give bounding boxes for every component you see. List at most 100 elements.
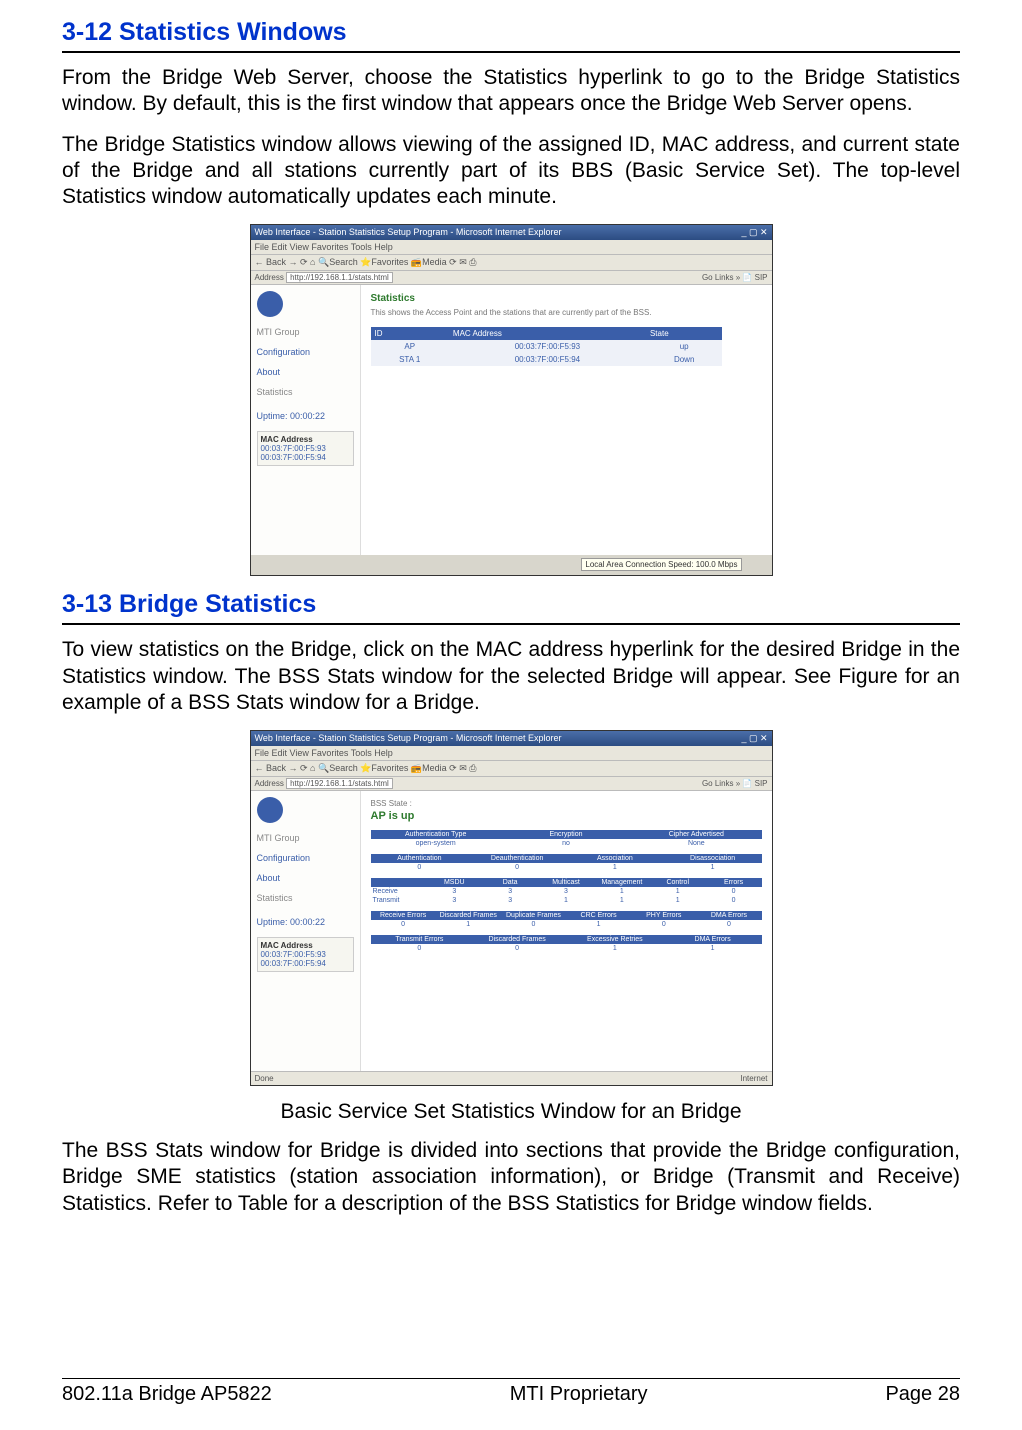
menu-bar: File Edit View Favorites Tools Help xyxy=(251,746,772,761)
rule-2 xyxy=(62,623,960,625)
cell: 00:03:7F:00:F5:94 xyxy=(449,353,646,366)
td: 1 xyxy=(566,944,664,953)
td: 0 xyxy=(696,920,761,929)
footer-right: Page 28 xyxy=(885,1383,960,1406)
th: Discarded Frames xyxy=(436,911,501,920)
state-label: BSS State : xyxy=(371,799,762,808)
th-mac: MAC Address xyxy=(449,327,646,340)
td: 3 xyxy=(482,896,538,905)
toolbar: ← Back → ⟳ ⌂ 🔍Search ⭐Favorites 📻Media ⟳… xyxy=(251,761,772,777)
para-4: The BSS Stats window for Bridge is divid… xyxy=(62,1138,960,1217)
page-footer: 802.11a Bridge AP5822 MTI Proprietary Pa… xyxy=(62,1378,960,1406)
th-state: State xyxy=(646,327,722,340)
th: DMA Errors xyxy=(664,935,762,944)
th: Authentication Type xyxy=(371,830,501,839)
td: open-system xyxy=(371,839,501,848)
cell: STA 1 xyxy=(371,353,449,366)
nav-about: About xyxy=(257,873,354,883)
uptime: Uptime: 00:00:22 xyxy=(257,411,354,421)
td: 0 xyxy=(706,896,762,905)
th: Discarded Frames xyxy=(468,935,566,944)
td: 3 xyxy=(426,896,482,905)
th: Multicast xyxy=(538,878,594,887)
td: 1 xyxy=(566,863,664,872)
menu-bar: File Edit View Favorites Tools Help xyxy=(251,240,772,255)
window-controls: _ ▢ ✕ xyxy=(741,227,767,238)
td: 0 xyxy=(706,887,762,896)
th-id: ID xyxy=(371,327,449,340)
window-controls: _ ▢ ✕ xyxy=(741,733,767,744)
th: PHY Errors xyxy=(631,911,696,920)
status-left: Done xyxy=(255,1074,274,1083)
td: Transmit xyxy=(371,896,427,905)
addr-label: Address xyxy=(255,779,284,788)
stats-heading: Statistics xyxy=(371,293,762,304)
td: 1 xyxy=(538,896,594,905)
td: 1 xyxy=(436,920,501,929)
addr-right: Go Links » 📄 SIP xyxy=(702,273,768,282)
td: 3 xyxy=(482,887,538,896)
th: MSDU xyxy=(426,878,482,887)
td: 0 xyxy=(371,920,436,929)
screenshot-statistics-window: Web Interface - Station Statistics Setup… xyxy=(250,224,773,576)
state-value: AP is up xyxy=(371,810,762,822)
th: Control xyxy=(650,878,706,887)
td: 0 xyxy=(631,920,696,929)
address-field: http://192.168.1.1/stats.html xyxy=(286,272,393,283)
th xyxy=(371,878,427,887)
brand-text: MTI Group xyxy=(257,327,354,337)
heading-3-12: 3-12 Statistics Windows xyxy=(62,18,960,47)
tray-tooltip: Local Area Connection Speed: 100.0 Mbps xyxy=(581,558,741,571)
td: 1 xyxy=(650,887,706,896)
nav-configuration: Configuration xyxy=(257,853,354,863)
cell: AP xyxy=(371,340,449,353)
th: Data xyxy=(482,878,538,887)
th: DMA Errors xyxy=(696,911,761,920)
th: Errors xyxy=(706,878,762,887)
para-3: To view statistics on the Bridge, click … xyxy=(62,637,960,716)
td: 0 xyxy=(371,863,469,872)
toolbar: ← Back → ⟳ ⌂ 🔍Search ⭐Favorites 📻Media ⟳… xyxy=(251,255,772,271)
th: Deauthentication xyxy=(468,854,566,863)
window-title: Web Interface - Station Statistics Setup… xyxy=(255,733,562,744)
td: None xyxy=(631,839,761,848)
cell: Down xyxy=(646,353,722,366)
th: Receive Errors xyxy=(371,911,436,920)
window-title: Web Interface - Station Statistics Setup… xyxy=(255,227,562,238)
th: Disassociation xyxy=(664,854,762,863)
th: Management xyxy=(594,878,650,887)
addr-right: Go Links » 📄 SIP xyxy=(702,779,768,788)
td: 0 xyxy=(468,944,566,953)
td: 0 xyxy=(501,920,566,929)
brand-logo-icon xyxy=(257,291,283,317)
td: 1 xyxy=(594,896,650,905)
th: Excessive Retries xyxy=(566,935,664,944)
address-field: http://192.168.1.1/stats.html xyxy=(286,778,393,789)
brand-text: MTI Group xyxy=(257,833,354,843)
td: no xyxy=(501,839,631,848)
stats-table: ID MAC Address State AP 00:03:7F:00:F5:9… xyxy=(371,327,723,366)
status-right: Internet xyxy=(740,1074,767,1083)
mac-2: 00:03:7F:00:F5:94 xyxy=(261,959,350,968)
th: Association xyxy=(566,854,664,863)
td: 1 xyxy=(594,887,650,896)
footer-left: 802.11a Bridge AP5822 xyxy=(62,1383,272,1406)
uptime: Uptime: 00:00:22 xyxy=(257,917,354,927)
cell: up xyxy=(646,340,722,353)
brand-logo-icon xyxy=(257,797,283,823)
rule-1 xyxy=(62,51,960,53)
nav-statistics: Statistics xyxy=(257,387,354,397)
stats-desc: This shows the Access Point and the stat… xyxy=(371,308,762,317)
th: CRC Errors xyxy=(566,911,631,920)
td: 0 xyxy=(468,863,566,872)
nav-statistics: Statistics xyxy=(257,893,354,903)
td: 3 xyxy=(538,887,594,896)
td: Receive xyxy=(371,887,427,896)
cell: 00:03:7F:00:F5:93 xyxy=(449,340,646,353)
screenshot-bss-stats-window: Web Interface - Station Statistics Setup… xyxy=(250,730,773,1086)
th: Transmit Errors xyxy=(371,935,469,944)
mac-1: 00:03:7F:00:F5:93 xyxy=(261,444,350,453)
addr-label: Address xyxy=(255,273,284,282)
figure-caption-2: Basic Service Set Statistics Window for … xyxy=(62,1100,960,1124)
th: Duplicate Frames xyxy=(501,911,566,920)
